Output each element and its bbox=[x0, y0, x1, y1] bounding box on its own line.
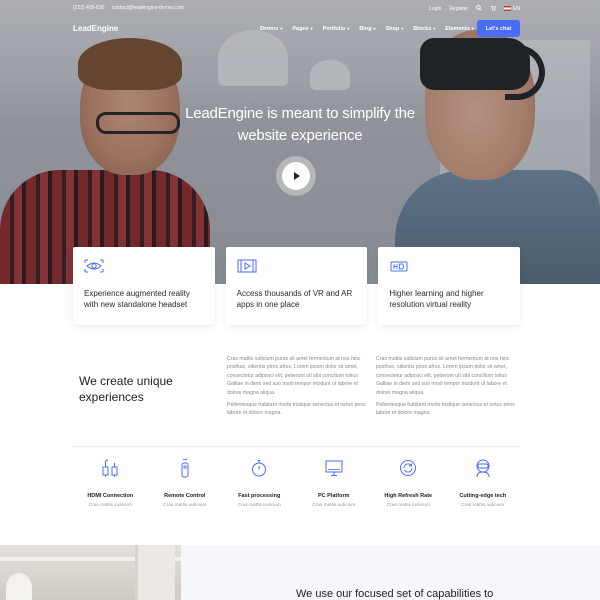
nav-item-blog[interactable]: Blog bbox=[359, 26, 375, 32]
vr-headset-icon bbox=[476, 459, 490, 478]
feature-card-apps: Access thousands of VR and AR apps in on… bbox=[225, 247, 368, 325]
paragraph-text: Pellentesque habitant morbi tristique se… bbox=[227, 402, 366, 417]
bottom-window bbox=[135, 545, 175, 600]
nav-item-demos[interactable]: Demos bbox=[260, 26, 282, 32]
nav-item-portfolio[interactable]: Portfolio bbox=[323, 26, 350, 32]
intro-paragraph-2: Cras mattis iudicium purus sit amet ferm… bbox=[376, 355, 516, 422]
hero-title-line1: LeadEngine is meant to simplify the bbox=[185, 105, 415, 122]
nav-item-shop[interactable]: Shop bbox=[385, 26, 403, 32]
nav-item-elements[interactable]: Elements bbox=[445, 26, 473, 32]
play-video-button[interactable] bbox=[276, 156, 316, 196]
monitor-icon bbox=[325, 460, 343, 476]
capability-title: Fast processing bbox=[238, 493, 281, 499]
capability-title: HDMI Connection bbox=[87, 493, 134, 499]
capability-subtitle: Cras mattis iudicium bbox=[461, 503, 505, 508]
nav-item-pages[interactable]: Pages bbox=[292, 26, 312, 32]
hero-title-line2: website experience bbox=[237, 127, 363, 144]
main-navbar: LeadEngine Demos Pages Portfolio Blog Sh… bbox=[0, 18, 600, 42]
paragraph-text: Cras mattis iudicium purus sit amet ferm… bbox=[376, 356, 510, 396]
capability-hdmi: HDMI Connection Cras mattis iudicium bbox=[73, 458, 148, 508]
remote-icon bbox=[181, 458, 189, 478]
feature-card-ar: Experience augmented reality with new st… bbox=[73, 247, 215, 325]
feature-card-line1: Higher learning and higher bbox=[389, 289, 484, 298]
feature-card-line2: resolution virtual reality bbox=[389, 300, 472, 309]
cart-icon[interactable] bbox=[490, 5, 496, 13]
capability-subtitle: Cras mattis iudicium bbox=[386, 503, 430, 508]
lets-chat-button[interactable]: Let's chat bbox=[477, 20, 520, 37]
paragraph-text: Pellentesque habitant morbi tristique se… bbox=[376, 402, 515, 417]
video-icon bbox=[237, 259, 257, 273]
bottom-section-image bbox=[0, 545, 181, 600]
paragraph-text: Cras mattis iudicium purus sit amet ferm… bbox=[227, 356, 361, 396]
capability-processing: Fast processing Cras mattis iudicium bbox=[222, 458, 297, 508]
contact-info: (222) 400-630 contact@leadengine-theme.c… bbox=[73, 5, 190, 11]
feature-card-line1: Experience augmented reality bbox=[84, 289, 190, 298]
nav-item-blocks[interactable]: Blocks bbox=[413, 26, 435, 32]
refresh-icon bbox=[400, 460, 417, 476]
register-link[interactable]: Register bbox=[449, 6, 468, 12]
feature-card-text: Higher learning and higher resolution vi… bbox=[389, 288, 509, 310]
stopwatch-icon bbox=[252, 460, 267, 477]
capabilities-row: HDMI Connection Cras mattis iudicium Rem… bbox=[73, 458, 520, 508]
play-button-inner bbox=[282, 162, 310, 190]
feature-card-text: Access thousands of VR and AR apps in on… bbox=[237, 288, 357, 310]
capability-title: Remote Control bbox=[164, 493, 206, 499]
capability-remote: Remote Control Cras mattis iudicium bbox=[148, 458, 223, 508]
language-label: EN bbox=[513, 6, 520, 12]
email-link[interactable]: contact@leadengine-theme.com bbox=[112, 5, 184, 11]
capability-subtitle: Cras mattis iudicium bbox=[237, 503, 281, 508]
language-selector[interactable]: EN bbox=[504, 6, 520, 12]
play-icon bbox=[294, 172, 300, 180]
intro-paragraph-1: Cras mattis iudicium purus sit amet ferm… bbox=[227, 355, 367, 422]
top-bar: (222) 400-630 contact@leadengine-theme.c… bbox=[0, 0, 600, 18]
capability-refresh: High Refresh Rate Cras mattis iudicium bbox=[371, 458, 446, 508]
feature-card-line2: with new standalone headset bbox=[84, 300, 188, 309]
intro-heading-line2: experiences bbox=[79, 390, 144, 404]
capability-title: Cutting-edge tech bbox=[459, 493, 507, 499]
feature-card-text: Experience augmented reality with new st… bbox=[84, 288, 204, 310]
feature-card-line2: apps in one place bbox=[236, 300, 300, 309]
site-logo[interactable]: LeadEngine bbox=[73, 24, 118, 33]
login-link[interactable]: Login bbox=[429, 6, 441, 12]
section-divider bbox=[73, 446, 520, 447]
hero-section: (222) 400-630 contact@leadengine-theme.c… bbox=[0, 0, 600, 284]
pendant-lamp bbox=[6, 573, 32, 600]
capability-subtitle: Cras mattis iudicium bbox=[163, 503, 207, 508]
search-icon[interactable] bbox=[476, 5, 482, 13]
topbar-right: Login Register EN bbox=[429, 5, 520, 13]
main-nav: Demos Pages Portfolio Blog Shop Blocks E… bbox=[260, 26, 484, 32]
capability-tech: Cutting-edge tech Cras mattis iudicium bbox=[446, 458, 521, 508]
capability-title: PC Platform bbox=[318, 493, 350, 499]
intro-heading-line1: We create unique bbox=[79, 374, 173, 388]
capability-subtitle: Cras mattis iudicium bbox=[88, 503, 132, 508]
hdmi-icon bbox=[102, 459, 118, 477]
flag-icon bbox=[504, 6, 512, 12]
feature-card-line1: Access thousands of VR and AR bbox=[236, 289, 353, 298]
capability-pc: PC Platform Cras mattis iudicium bbox=[297, 458, 372, 508]
phone-link[interactable]: (222) 400-630 bbox=[73, 5, 104, 11]
hero-title: LeadEngine is meant to simplify the webs… bbox=[0, 103, 600, 147]
feature-card-resolution: Higher learning and higher resolution vi… bbox=[378, 247, 521, 325]
bottom-section-heading: We use our focused set of capabilities t… bbox=[296, 588, 494, 600]
hd-icon bbox=[390, 261, 408, 272]
intro-heading: We create unique experiences bbox=[79, 373, 173, 405]
feature-cards: Experience augmented reality with new st… bbox=[73, 247, 521, 325]
eye-icon bbox=[84, 259, 104, 273]
capability-subtitle: Cras mattis iudicium bbox=[312, 503, 356, 508]
capability-title: High Refresh Rate bbox=[384, 493, 433, 499]
